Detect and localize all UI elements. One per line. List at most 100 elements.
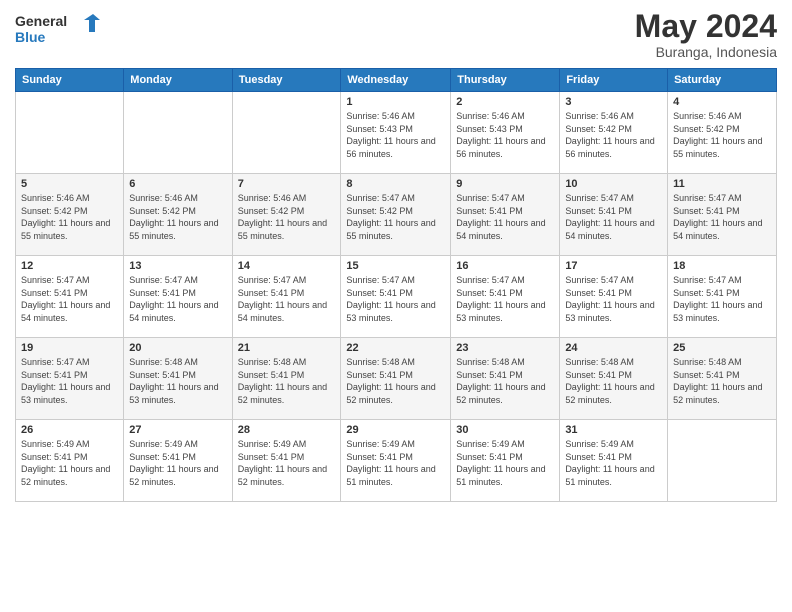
svg-text:General: General: [15, 13, 67, 29]
day-number: 19: [21, 342, 118, 354]
day-info: Sunrise: 5:49 AM Sunset: 5:41 PM Dayligh…: [456, 438, 554, 488]
day-number: 2: [456, 96, 554, 108]
day-info: Sunrise: 5:49 AM Sunset: 5:41 PM Dayligh…: [129, 438, 226, 488]
day-number: 28: [238, 424, 336, 436]
table-row: 1 Sunrise: 5:46 AM Sunset: 5:43 PM Daylig…: [341, 92, 451, 174]
day-info: Sunrise: 5:49 AM Sunset: 5:41 PM Dayligh…: [21, 438, 118, 488]
day-info: Sunrise: 5:48 AM Sunset: 5:41 PM Dayligh…: [346, 356, 445, 406]
table-row: 23 Sunrise: 5:48 AM Sunset: 5:41 PM Dayli…: [451, 338, 560, 420]
day-number: 9: [456, 178, 554, 190]
table-row: 27 Sunrise: 5:49 AM Sunset: 5:41 PM Dayli…: [124, 420, 232, 502]
day-number: 21: [238, 342, 336, 354]
col-saturday: Saturday: [668, 69, 777, 92]
table-row: 31 Sunrise: 5:49 AM Sunset: 5:41 PM Dayli…: [560, 420, 668, 502]
day-info: Sunrise: 5:46 AM Sunset: 5:43 PM Dayligh…: [346, 110, 445, 160]
day-info: Sunrise: 5:47 AM Sunset: 5:41 PM Dayligh…: [565, 192, 662, 242]
day-info: Sunrise: 5:48 AM Sunset: 5:41 PM Dayligh…: [129, 356, 226, 406]
day-number: 1: [346, 96, 445, 108]
table-row: 7Sunrise: 5:46 AM Sunset: 5:42 PM Daylig…: [232, 174, 341, 256]
table-row: 18Sunrise: 5:47 AM Sunset: 5:41 PM Dayli…: [668, 256, 777, 338]
col-wednesday: Wednesday: [341, 69, 451, 92]
day-info: Sunrise: 5:46 AM Sunset: 5:43 PM Dayligh…: [456, 110, 554, 160]
day-info: Sunrise: 5:47 AM Sunset: 5:41 PM Dayligh…: [673, 192, 771, 242]
day-info: Sunrise: 5:49 AM Sunset: 5:41 PM Dayligh…: [565, 438, 662, 488]
table-row: 4 Sunrise: 5:46 AM Sunset: 5:42 PM Daylig…: [668, 92, 777, 174]
day-info: Sunrise: 5:48 AM Sunset: 5:41 PM Dayligh…: [565, 356, 662, 406]
day-info: Sunrise: 5:49 AM Sunset: 5:41 PM Dayligh…: [238, 438, 336, 488]
table-row: 9 Sunrise: 5:47 AM Sunset: 5:41 PM Daylig…: [451, 174, 560, 256]
day-info: Sunrise: 5:48 AM Sunset: 5:41 PM Dayligh…: [673, 356, 771, 406]
day-info: Sunrise: 5:46 AM Sunset: 5:42 PM Dayligh…: [129, 192, 226, 242]
day-info: Sunrise: 5:47 AM Sunset: 5:42 PM Dayligh…: [346, 192, 445, 242]
table-row: [232, 92, 341, 174]
header-row: Sunday Monday Tuesday Wednesday Thursday…: [16, 69, 777, 92]
table-row: 21 Sunrise: 5:48 AM Sunset: 5:41 PM Dayli…: [232, 338, 341, 420]
logo: General Blue: [15, 10, 100, 50]
week-row-2: 12 Sunrise: 5:47 AM Sunset: 5:41 PM Dayli…: [16, 256, 777, 338]
col-thursday: Thursday: [451, 69, 560, 92]
week-row-1: 5Sunrise: 5:46 AM Sunset: 5:42 PM Daylig…: [16, 174, 777, 256]
day-number: 11: [673, 178, 771, 190]
col-tuesday: Tuesday: [232, 69, 341, 92]
day-info: Sunrise: 5:47 AM Sunset: 5:41 PM Dayligh…: [673, 274, 771, 324]
day-info: Sunrise: 5:46 AM Sunset: 5:42 PM Dayligh…: [21, 192, 118, 242]
day-number: 20: [129, 342, 226, 354]
day-number: 14: [238, 260, 336, 272]
day-number: 13: [129, 260, 226, 272]
table-row: 29Sunrise: 5:49 AM Sunset: 5:41 PM Dayli…: [341, 420, 451, 502]
week-row-0: 1 Sunrise: 5:46 AM Sunset: 5:43 PM Daylig…: [16, 92, 777, 174]
calendar: Sunday Monday Tuesday Wednesday Thursday…: [15, 68, 777, 502]
table-row: 2 Sunrise: 5:46 AM Sunset: 5:43 PM Daylig…: [451, 92, 560, 174]
table-row: 14 Sunrise: 5:47 AM Sunset: 5:41 PM Dayli…: [232, 256, 341, 338]
table-row: 12Sunrise: 5:47 AM Sunset: 5:41 PM Dayli…: [16, 256, 124, 338]
day-info: Sunrise: 5:48 AM Sunset: 5:41 PM Dayligh…: [238, 356, 336, 406]
day-number: 25: [673, 342, 771, 354]
day-info: Sunrise: 5:47 AM Sunset: 5:41 PM Dayligh…: [456, 192, 554, 242]
col-friday: Friday: [560, 69, 668, 92]
day-number: 6: [129, 178, 226, 190]
table-row: 15Sunrise: 5:47 AM Sunset: 5:41 PM Dayli…: [341, 256, 451, 338]
table-row: 3 Sunrise: 5:46 AM Sunset: 5:42 PM Daylig…: [560, 92, 668, 174]
table-row: [124, 92, 232, 174]
title-area: May 2024 Buranga, Indonesia: [635, 10, 777, 60]
page: General Blue May 2024 Buranga, Indonesia…: [0, 0, 792, 612]
location: Buranga, Indonesia: [635, 44, 777, 60]
day-info: Sunrise: 5:47 AM Sunset: 5:41 PM Dayligh…: [129, 274, 226, 324]
day-info: Sunrise: 5:46 AM Sunset: 5:42 PM Dayligh…: [565, 110, 662, 160]
table-row: 8 Sunrise: 5:47 AM Sunset: 5:42 PM Daylig…: [341, 174, 451, 256]
day-info: Sunrise: 5:48 AM Sunset: 5:41 PM Dayligh…: [456, 356, 554, 406]
day-number: 10: [565, 178, 662, 190]
day-number: 24: [565, 342, 662, 354]
day-number: 16: [456, 260, 554, 272]
day-number: 3: [565, 96, 662, 108]
day-number: 30: [456, 424, 554, 436]
week-row-4: 26 Sunrise: 5:49 AM Sunset: 5:41 PM Dayli…: [16, 420, 777, 502]
day-info: Sunrise: 5:47 AM Sunset: 5:41 PM Dayligh…: [565, 274, 662, 324]
day-number: 4: [673, 96, 771, 108]
logo-svg: General Blue: [15, 10, 100, 50]
table-row: 22 Sunrise: 5:48 AM Sunset: 5:41 PM Dayli…: [341, 338, 451, 420]
day-number: 23: [456, 342, 554, 354]
table-row: 24 Sunrise: 5:48 AM Sunset: 5:41 PM Dayli…: [560, 338, 668, 420]
table-row: [668, 420, 777, 502]
table-row: 10 Sunrise: 5:47 AM Sunset: 5:41 PM Dayli…: [560, 174, 668, 256]
day-number: 27: [129, 424, 226, 436]
day-number: 7: [238, 178, 336, 190]
table-row: 11 Sunrise: 5:47 AM Sunset: 5:41 PM Dayli…: [668, 174, 777, 256]
day-info: Sunrise: 5:46 AM Sunset: 5:42 PM Dayligh…: [673, 110, 771, 160]
svg-text:Blue: Blue: [15, 29, 46, 45]
week-row-3: 19Sunrise: 5:47 AM Sunset: 5:41 PM Dayli…: [16, 338, 777, 420]
table-row: 17Sunrise: 5:47 AM Sunset: 5:41 PM Dayli…: [560, 256, 668, 338]
day-number: 31: [565, 424, 662, 436]
day-number: 12: [21, 260, 118, 272]
month-title: May 2024: [635, 10, 777, 42]
day-info: Sunrise: 5:49 AM Sunset: 5:41 PM Dayligh…: [346, 438, 445, 488]
day-number: 8: [346, 178, 445, 190]
day-number: 22: [346, 342, 445, 354]
col-sunday: Sunday: [16, 69, 124, 92]
day-info: Sunrise: 5:47 AM Sunset: 5:41 PM Dayligh…: [238, 274, 336, 324]
table-row: 16Sunrise: 5:47 AM Sunset: 5:41 PM Dayli…: [451, 256, 560, 338]
table-row: 6 Sunrise: 5:46 AM Sunset: 5:42 PM Daylig…: [124, 174, 232, 256]
day-number: 15: [346, 260, 445, 272]
day-number: 26: [21, 424, 118, 436]
